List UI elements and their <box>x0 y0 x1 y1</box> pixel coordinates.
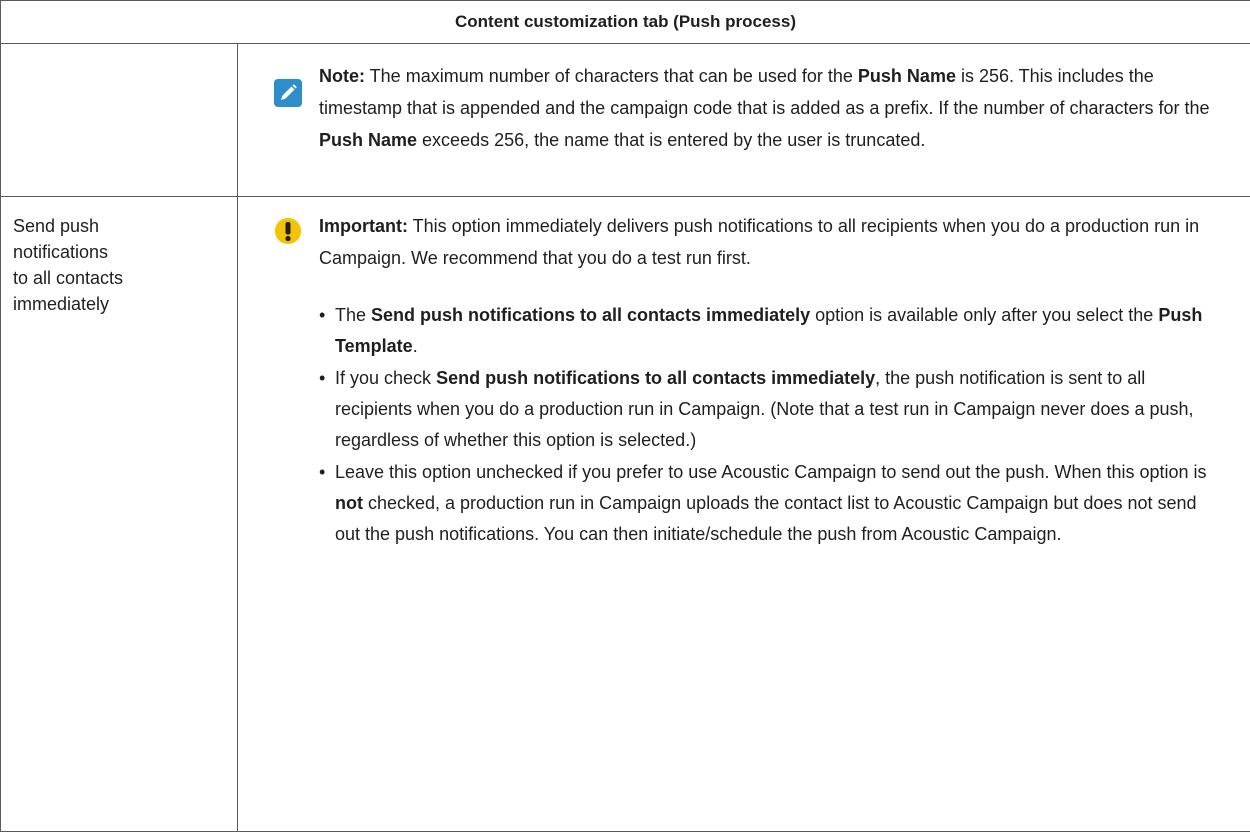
row1-left-cell <box>0 43 238 197</box>
list-item: • If you check Send push notifications to… <box>319 363 1214 456</box>
list-item: • Leave this option unchecked if you pref… <box>319 457 1214 550</box>
row2-left-label: Send push notifications to all contacts … <box>13 216 124 314</box>
table-header-row: Content customization tab (Push process) <box>0 0 1250 44</box>
table-row: Send push notifications to all contacts … <box>0 196 1250 832</box>
note-label: Note: <box>319 66 365 86</box>
bullet-list: • The Send push notifications to all cont… <box>238 300 1250 550</box>
row2-left-cell: Send push notifications to all contacts … <box>0 196 238 832</box>
important-label: Important: <box>319 216 408 236</box>
content-table: Content customization tab (Push process)… <box>0 0 1250 832</box>
bullet-icon: • <box>319 462 326 482</box>
important-text: Important: This option immediately deliv… <box>319 216 1200 268</box>
table-row: Note: The maximum number of characters t… <box>0 43 1250 197</box>
note-admonition: Note: The maximum number of characters t… <box>238 60 1250 156</box>
bullet-icon: • <box>319 305 326 325</box>
table-header: Content customization tab (Push process) <box>0 0 1250 44</box>
row1-right-cell: Note: The maximum number of characters t… <box>236 43 1250 197</box>
important-admonition: Important: This option immediately deliv… <box>238 210 1250 274</box>
bullet-icon: • <box>319 368 326 388</box>
exclamation-icon <box>275 218 301 244</box>
note-text: Note: The maximum number of characters t… <box>319 66 1210 150</box>
pencil-icon <box>274 79 302 107</box>
row2-right-cell: Important: This option immediately deliv… <box>236 196 1250 832</box>
list-item: • The Send push notifications to all cont… <box>319 300 1214 362</box>
